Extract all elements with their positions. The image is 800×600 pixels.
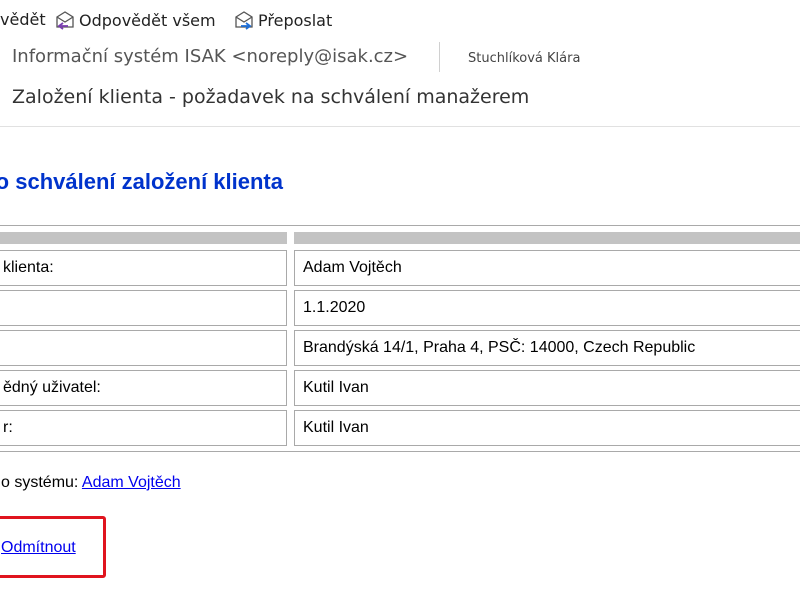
row-label: r: <box>3 419 13 436</box>
row-value: 1.1.2020 <box>303 299 366 316</box>
table-row-label: klienta: <box>0 250 287 286</box>
sender[interactable]: Informační systém ISAK <noreply@isak.cz> <box>12 46 408 67</box>
email-toolbar: vědět Odpovědět všem Přeposlat <box>0 0 800 40</box>
table-row-value: Kutil Ivan <box>294 370 800 406</box>
header-separator <box>0 126 800 127</box>
client-details-table: klienta: Adam Vojtěch 1.1.2020 Brandýská… <box>0 225 800 452</box>
email-subject: Založení klienta - požadavek na schválen… <box>12 86 530 108</box>
table-row-value: 1.1.2020 <box>294 290 800 326</box>
table-row-label: ědný uživatel: <box>0 370 287 406</box>
forward-label: Přeposlat <box>258 10 333 30</box>
reject-link[interactable]: Odmítnout <box>1 539 76 557</box>
forward-button[interactable]: Přeposlat <box>233 10 332 30</box>
reply-all-icon <box>56 11 74 30</box>
request-heading: st o schválení založení klienta <box>0 169 283 194</box>
row-label: klienta: <box>3 259 54 276</box>
table-row-value: Brandýská 14/1, Praha 4, PSČ: 14000, Cze… <box>294 330 800 366</box>
table-row-label <box>0 290 287 326</box>
row-value: Kutil Ivan <box>303 379 369 396</box>
reply-label: vědět <box>0 10 46 29</box>
table-row-value: Kutil Ivan <box>294 410 800 446</box>
table-header-right <box>294 232 800 244</box>
reply-button[interactable]: vědět <box>0 10 46 29</box>
row-label: ědný uživatel: <box>3 379 101 396</box>
table-header-left <box>0 232 287 244</box>
reply-all-label: Odpovědět všem <box>79 10 216 30</box>
forward-icon <box>235 11 253 30</box>
header-divider <box>439 42 440 72</box>
table-row-value: Adam Vojtěch <box>294 250 800 286</box>
system-link-prefix: o systému: <box>1 474 79 491</box>
table-row-label: r: <box>0 410 287 446</box>
recipient[interactable]: Stuchlíková Klára <box>468 51 580 66</box>
row-value: Adam Vojtěch <box>303 259 402 276</box>
row-value: Brandýská 14/1, Praha 4, PSČ: 14000, Cze… <box>303 339 696 356</box>
row-value: Kutil Ivan <box>303 419 369 436</box>
system-client-link[interactable]: Adam Vojtěch <box>82 474 181 491</box>
table-row-label <box>0 330 287 366</box>
system-link-line: o systému: Adam Vojtěch <box>1 474 181 492</box>
reply-all-button[interactable]: Odpovědět všem <box>54 10 216 30</box>
